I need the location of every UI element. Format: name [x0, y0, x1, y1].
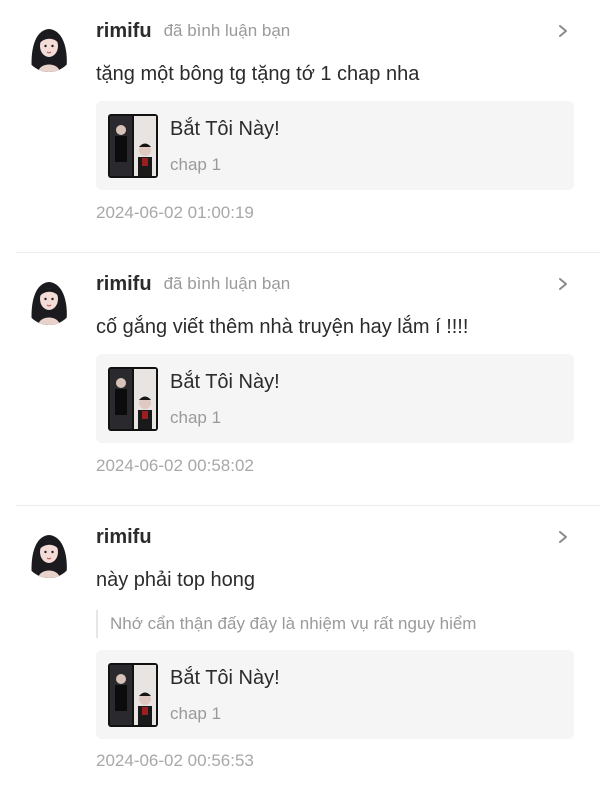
notification-item[interactable]: rimifu đã bình luận bạn cố gắng viết thê…	[0, 253, 600, 506]
user-avatar-icon[interactable]	[24, 528, 74, 578]
story-card[interactable]: Bắt Tôi Này! chap 1	[96, 354, 574, 443]
timestamp: 2024-06-02 01:00:19	[96, 203, 254, 222]
chevron-right-icon[interactable]	[556, 274, 570, 294]
comment-text: tặng một bông tg tặng tớ 1 chap nha	[96, 63, 420, 85]
action-text: đã bình luận bạn	[163, 274, 291, 293]
story-cover-thumbnail	[108, 366, 158, 431]
timestamp: 2024-06-02 00:56:53	[96, 751, 254, 770]
notification-item[interactable]: rimifu này phải top hong Nhớ cẩn thận đấ…	[0, 506, 600, 796]
comment-text: cố gắng viết thêm nhà truyện hay lắm í !…	[96, 316, 469, 338]
story-title: Bắt Tôi Này!	[170, 117, 280, 140]
notification-item[interactable]: rimifu đã bình luận bạn tặng một bông tg…	[0, 0, 600, 253]
notification-header: rimifu	[96, 524, 560, 550]
chapter-label: chap 1	[170, 407, 222, 427]
username[interactable]: rimifu	[96, 526, 152, 549]
timestamp: 2024-06-02 00:58:02	[96, 456, 254, 475]
notification-header: rimifu đã bình luận bạn	[96, 271, 560, 297]
user-avatar-icon[interactable]	[24, 22, 74, 72]
notification-header: rimifu đã bình luận bạn	[96, 18, 560, 44]
story-cover-thumbnail	[108, 113, 158, 178]
story-title: Bắt Tôi Này!	[170, 370, 280, 393]
chevron-right-icon[interactable]	[556, 21, 570, 41]
user-avatar-icon[interactable]	[24, 275, 74, 325]
chapter-label: chap 1	[170, 703, 222, 723]
username[interactable]: rimifu	[96, 20, 152, 43]
story-title: Bắt Tôi Này!	[170, 666, 280, 689]
chevron-right-icon[interactable]	[556, 527, 570, 547]
comment-text: này phải top hong	[96, 569, 256, 591]
story-cover-thumbnail	[108, 662, 158, 727]
action-text: đã bình luận bạn	[163, 21, 291, 40]
story-card[interactable]: Bắt Tôi Này! chap 1	[96, 101, 574, 190]
quoted-text: Nhớ cẩn thận đấy đây là nhiệm vụ rất ngu…	[96, 610, 576, 638]
notification-list: rimifu đã bình luận bạn tặng một bông tg…	[0, 0, 600, 796]
story-card[interactable]: Bắt Tôi Này! chap 1	[96, 650, 574, 739]
username[interactable]: rimifu	[96, 273, 152, 296]
chapter-label: chap 1	[170, 154, 222, 174]
